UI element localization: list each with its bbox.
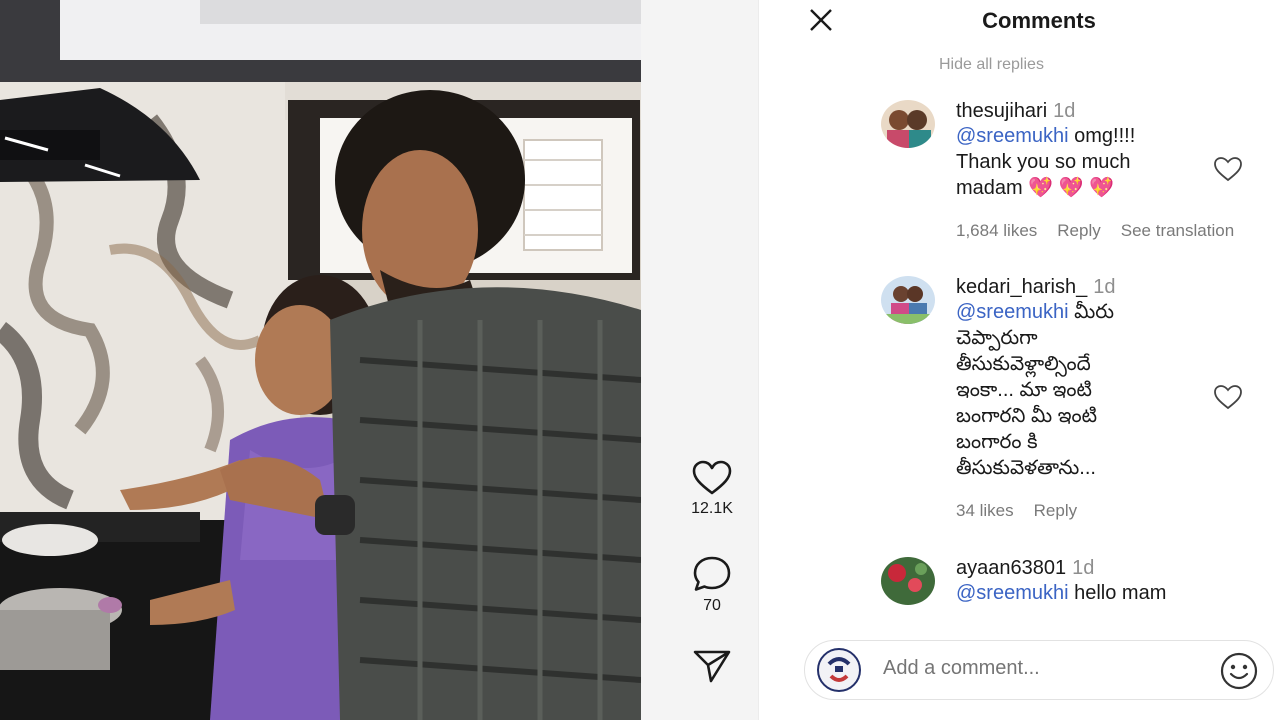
heart-icon[interactable]	[1213, 156, 1243, 182]
reply-button[interactable]: Reply	[1057, 221, 1100, 240]
panel-header: Comments	[759, 0, 1280, 50]
avatar[interactable]	[881, 276, 935, 324]
current-user-avatar	[813, 646, 865, 694]
comment-meta: 34 likes Reply	[956, 501, 1097, 521]
comment-time: 1d	[1072, 557, 1095, 579]
comment-action[interactable]: 70	[676, 555, 748, 615]
comment-body: thesujihari 1d @sreemukhi omg!!!! Thank y…	[956, 100, 1256, 201]
like-action[interactable]: 12.1K	[676, 460, 748, 518]
comment-time: 1d	[1093, 276, 1116, 298]
video-frame	[0, 0, 641, 720]
panel-title: Comments	[982, 8, 1096, 33]
avatar[interactable]	[881, 557, 935, 605]
comment-composer	[804, 640, 1274, 700]
heart-icon[interactable]	[1213, 384, 1243, 410]
comment-username[interactable]: thesujihari	[956, 100, 1047, 122]
hide-replies-link[interactable]: Hide all replies	[939, 56, 1044, 74]
comment-text-first: omg!!!!	[1068, 125, 1136, 147]
mention-link[interactable]: @sreemukhi	[956, 582, 1069, 604]
comment-input[interactable]	[883, 657, 1183, 680]
reply-button[interactable]: Reply	[1034, 501, 1077, 520]
comment-text: @sreemukhi hello mam	[956, 580, 1256, 606]
paper-plane-icon[interactable]	[692, 648, 732, 684]
share-action[interactable]	[676, 648, 748, 684]
comment-text-rest: చెప్పారుగా తీసుకువెళ్లాల్సిందే ఇంకా... మ…	[956, 327, 1098, 479]
comment-like-button[interactable]	[1213, 384, 1243, 415]
app-root: 12.1K 70 Hide all replies Comments thesu…	[0, 0, 1280, 720]
comments-count: 70	[703, 597, 721, 614]
comment-likes[interactable]: 1,684 likes	[956, 221, 1037, 240]
comment-time: 1d	[1053, 100, 1076, 122]
mention-link[interactable]: @sreemukhi	[956, 301, 1069, 323]
comment-text-first: మీరు	[1068, 301, 1115, 323]
see-translation-button[interactable]: See translation	[1121, 221, 1234, 240]
comments-panel: Hide all replies Comments thesujihari 1d…	[758, 0, 1280, 720]
comment-text-first: hello mam	[1068, 582, 1167, 604]
comment-header: kedari_harish_ 1d	[956, 276, 1256, 299]
comment-body: kedari_harish_ 1d @sreemukhi మీరు చెప్పార…	[956, 276, 1256, 481]
comment-username[interactable]: ayaan63801	[956, 557, 1066, 579]
comment-text-rest: Thank you so much madam 💖 💖 💖	[956, 151, 1131, 199]
likes-count: 12.1K	[691, 500, 733, 517]
avatar[interactable]	[881, 100, 935, 148]
comment-bubble-icon[interactable]	[692, 555, 732, 593]
smiley-icon[interactable]	[1219, 651, 1259, 691]
heart-icon[interactable]	[692, 460, 732, 496]
video-player[interactable]	[0, 0, 641, 720]
comment-text: @sreemukhi omg!!!! Thank you so much mad…	[956, 123, 1256, 201]
comment-header: thesujihari 1d	[956, 100, 1256, 123]
comment-body: ayaan63801 1d @sreemukhi hello mam	[956, 557, 1256, 606]
comment-username[interactable]: kedari_harish_	[956, 276, 1087, 298]
comment-header: ayaan63801 1d	[956, 557, 1256, 580]
comment-like-button[interactable]	[1213, 156, 1243, 187]
emoji-button[interactable]	[1219, 651, 1259, 696]
comment-likes[interactable]: 34 likes	[956, 501, 1014, 520]
mention-link[interactable]: @sreemukhi	[956, 125, 1069, 147]
comment-text: @sreemukhi మీరు చెప్పారుగా తీసుకువెళ్లాల…	[956, 299, 1256, 481]
comment-meta: 1,684 likes Reply See translation	[956, 221, 1254, 241]
